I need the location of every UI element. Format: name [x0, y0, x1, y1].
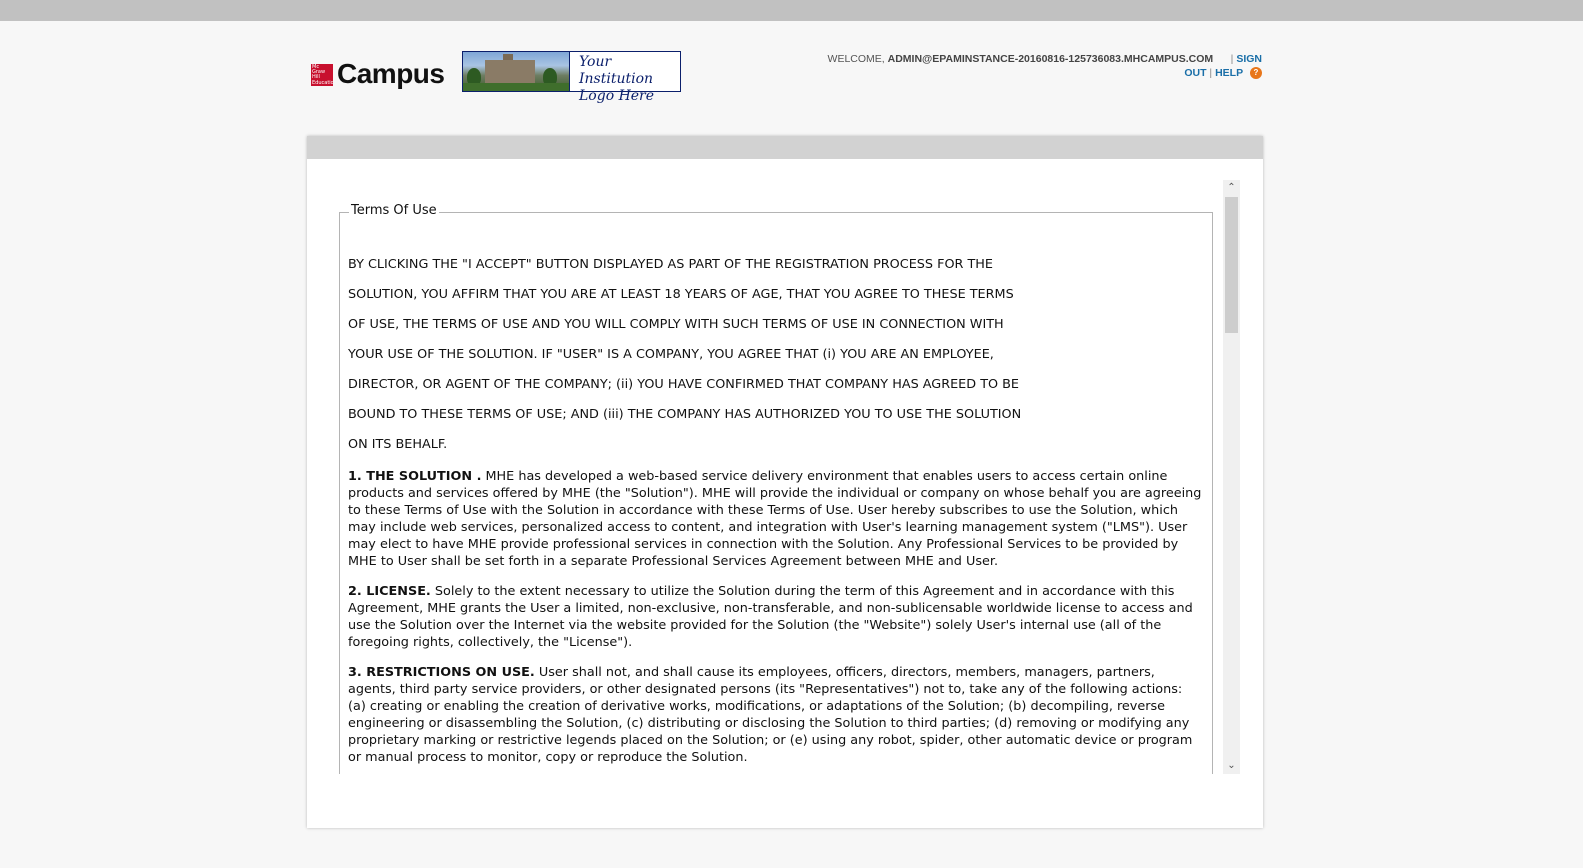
main-panel: Terms Of Use BY CLICKING THE "I ACCEPT" … — [307, 136, 1263, 828]
help-icon[interactable]: ? — [1250, 67, 1262, 80]
section-body: User shall not, and shall cause its empl… — [348, 665, 1193, 765]
terms-content: BY CLICKING THE "I ACCEPT" BUTTON DISPLA… — [348, 251, 1204, 773]
user-email: ADMIN@EPAMINSTANCE-20160816-125736083.MH… — [887, 53, 1214, 65]
terms-legend: Terms Of Use — [349, 203, 439, 218]
section-heading: 1. THE SOLUTION . — [348, 469, 482, 484]
section-heading: 3. RESTRICTIONS ON USE. — [348, 665, 535, 680]
terms-scrollbar[interactable]: ⌃ ⌄ — [1223, 180, 1240, 774]
terms-intro-line: ON ITS BEHALF. — [348, 437, 448, 452]
user-welcome-area: WELCOME, ADMIN@EPAMINSTANCE-20160816-125… — [827, 53, 1262, 80]
browser-top-strip — [0, 0, 1583, 21]
terms-intro-line: BY CLICKING THE "I ACCEPT" BUTTON DISPLA… — [348, 257, 994, 272]
terms-intro-line: YOUR USE OF THE SOLUTION. IF "USER" IS A… — [348, 347, 994, 362]
institution-logo: Your Institution Logo Here — [462, 51, 681, 104]
terms-section-restrictions: 3. RESTRICTIONS ON USE. User shall not, … — [348, 664, 1204, 766]
terms-intro-line: SOLUTION, YOU AFFIRM THAT YOU ARE AT LEA… — [348, 287, 1014, 302]
scroll-thumb[interactable] — [1225, 197, 1238, 333]
terms-section-license: 2. LICENSE. Solely to the extent necessa… — [348, 583, 1204, 651]
welcome-label: WELCOME, — [827, 53, 885, 65]
section-body: MHE has developed a web-based service de… — [348, 469, 1202, 569]
section-heading: 2. LICENSE. — [348, 584, 431, 599]
help-link[interactable]: HELP — [1215, 67, 1243, 79]
panel-header-bar — [307, 136, 1263, 159]
scroll-up-arrow-icon[interactable]: ⌃ — [1223, 180, 1240, 196]
terms-intro-line: OF USE, THE TERMS OF USE AND YOU WILL CO… — [348, 317, 1004, 332]
campus-brand: Campus — [337, 58, 445, 89]
terms-section-solution: 1. THE SOLUTION . MHE has developed a we… — [348, 468, 1204, 570]
terms-intro-line: BOUND TO THESE TERMS OF USE; AND (iii) T… — [348, 407, 1022, 422]
sign-out-link-part1[interactable]: SIGN — [1236, 53, 1262, 65]
scroll-down-arrow-icon[interactable]: ⌄ — [1223, 758, 1240, 774]
terms-intro-line: DIRECTOR, OR AGENT OF THE COMPANY; (ii) … — [348, 377, 1020, 392]
campus-building-image — [463, 52, 569, 91]
mcgraw-hill-logo: Mc Graw Hill Education — [311, 64, 333, 86]
section-body: Solely to the extent necessary to utiliz… — [348, 584, 1193, 650]
institution-logo-text: Your Institution Logo Here — [579, 54, 655, 104]
sign-out-link-part2[interactable]: OUT — [1184, 67, 1206, 79]
